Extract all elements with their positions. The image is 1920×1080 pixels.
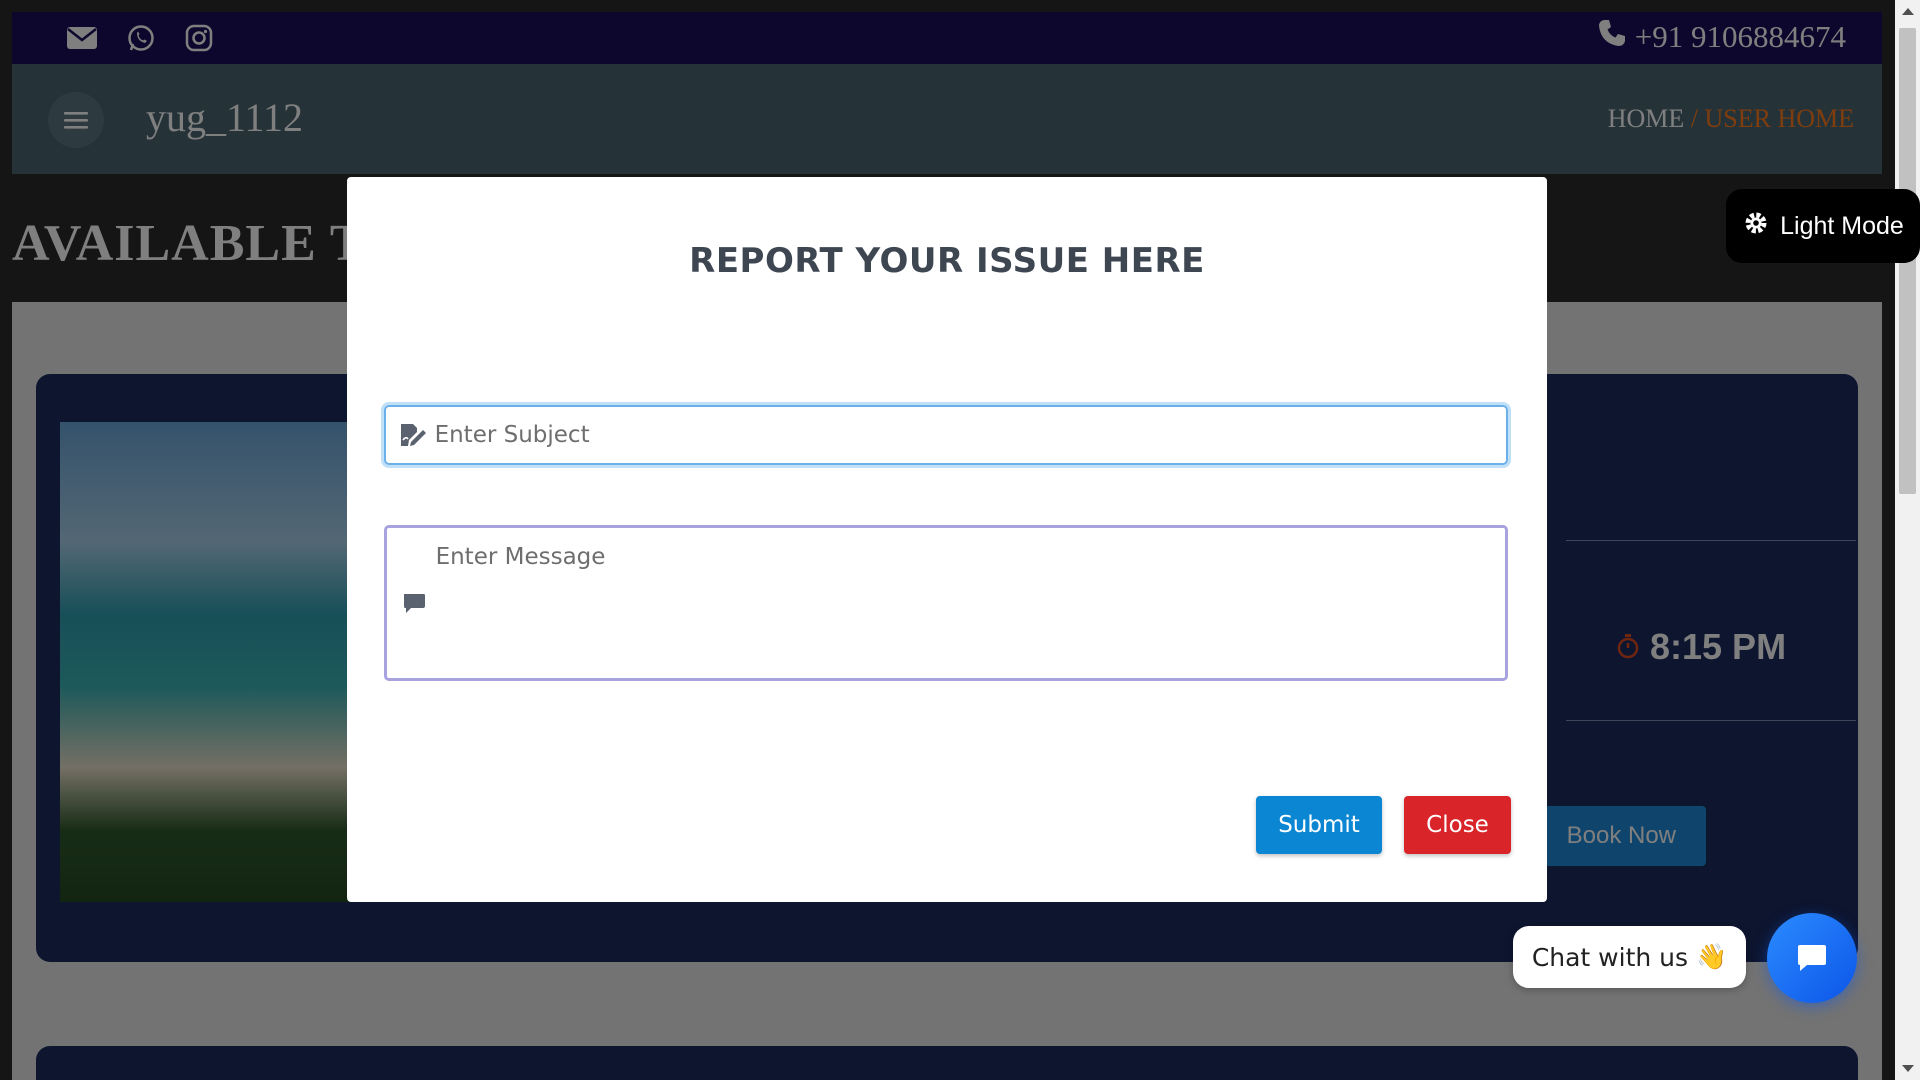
comment-icon: [397, 528, 432, 678]
waving-hand-icon: 👋: [1696, 942, 1728, 971]
chat-label: Chat with us: [1531, 942, 1689, 972]
submit-button[interactable]: Submit: [1256, 796, 1382, 854]
message-field: [384, 525, 1508, 681]
close-button[interactable]: Close: [1404, 796, 1511, 854]
light-mode-label: Light Mode: [1780, 211, 1904, 240]
gear-icon: [1742, 209, 1770, 244]
chat-with-us-bubble[interactable]: Chat with us 👋: [1513, 926, 1746, 988]
chat-bubble-icon: [1798, 945, 1826, 971]
scroll-down-arrow-icon[interactable]: [1902, 1065, 1914, 1072]
scroll-up-arrow-icon[interactable]: [1902, 8, 1914, 15]
message-textarea[interactable]: [431, 528, 1505, 678]
chat-launcher-button[interactable]: [1767, 913, 1857, 1003]
edit-document-icon: [396, 422, 431, 448]
page-scrollbar[interactable]: [1895, 0, 1920, 1080]
light-mode-toggle[interactable]: Light Mode: [1726, 189, 1920, 263]
modal-title: REPORT YOUR ISSUE HERE: [689, 241, 1205, 281]
report-issue-modal: REPORT YOUR ISSUE HERE Submit Close: [347, 177, 1547, 902]
subject-input[interactable]: [430, 407, 1506, 463]
subject-field: [384, 405, 1508, 465]
